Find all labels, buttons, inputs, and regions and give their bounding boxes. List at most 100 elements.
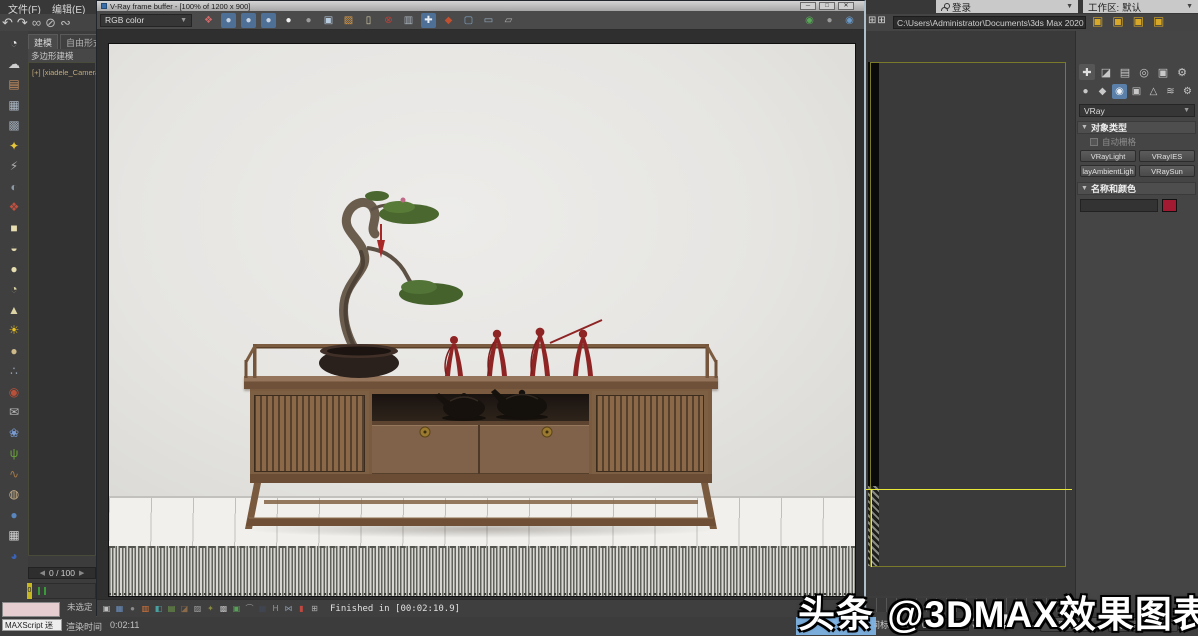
vfb-status-icon[interactable]: ◧ (153, 603, 164, 614)
color-corrections-icon[interactable]: ❖ (201, 13, 216, 28)
teapot-primitive-icon[interactable]: ◔ (4, 280, 24, 298)
shell-icon[interactable]: ◍ (4, 485, 24, 503)
light-lister-icon[interactable]: ✦ (4, 137, 24, 155)
cone-primitive-icon[interactable]: ▲ (4, 301, 24, 319)
vray-tools-icon[interactable]: ❖ (4, 198, 24, 216)
prev-frame-icon[interactable]: ◀ (40, 569, 45, 577)
hair-fur-icon[interactable]: ∿ (4, 465, 24, 483)
render-last-icon[interactable]: ◆ (441, 13, 456, 28)
compare-history-icon[interactable]: ▥ (401, 13, 416, 28)
unlink-icon[interactable]: ⊘ (45, 15, 56, 31)
object-name-field[interactable] (1080, 199, 1158, 212)
login-control[interactable]: 登录 ▼ (936, 0, 1078, 13)
blue-channel-icon[interactable]: ● (261, 13, 276, 28)
bind-spacewarp-icon[interactable]: ∾ (60, 15, 71, 31)
vfb-status-icon[interactable]: ▨ (192, 603, 203, 614)
red-channel-icon[interactable]: ● (221, 13, 236, 28)
region-render-icon[interactable]: ▢ (461, 13, 476, 28)
sphere-red-blue-icon[interactable]: ◕ (4, 547, 24, 565)
script-grid-icon[interactable]: ▦ (4, 526, 24, 544)
load-image-icon[interactable]: ▨ (341, 13, 356, 28)
material-editor-icon[interactable]: ▤ (4, 75, 24, 93)
connect-icon[interactable]: ⚡ (4, 157, 24, 175)
vfb-status-icon[interactable]: ▣ (231, 603, 242, 614)
vfb-status-icon[interactable]: ▦ (114, 603, 125, 614)
envelope-icon[interactable]: ✉ (4, 403, 24, 421)
modify-tab-icon[interactable]: ◪ (1098, 64, 1114, 80)
shapes-category-icon[interactable]: ◆ (1095, 84, 1110, 99)
save-scene-icon[interactable]: ▣ (1112, 14, 1123, 28)
vfb-status-icon[interactable]: ✦ (205, 603, 216, 614)
maxscript-listener-tab[interactable]: MAXScript 迷 (2, 619, 62, 631)
helpers-category-icon[interactable]: △ (1146, 84, 1161, 99)
minimize-button[interactable]: ─ (800, 2, 816, 10)
vfb-status-icon[interactable]: ▥ (140, 603, 151, 614)
vfb-status-icon[interactable]: ● (127, 603, 138, 614)
shader-sphere-icon[interactable]: ◐ (4, 178, 24, 196)
motion-tab-icon[interactable]: ◎ (1136, 64, 1152, 80)
environment-cloud-icon[interactable]: ☁ (4, 55, 24, 73)
render-elements-icon[interactable]: ▩ (4, 116, 24, 134)
vrayambientlight-button[interactable]: layAmbientLigh (1080, 165, 1136, 177)
object-type-rollout[interactable]: ▼ 对象类型 (1077, 121, 1196, 134)
workspace-selector[interactable]: 工作区: 默认 ▼ (1083, 0, 1198, 13)
scene-explorer-item[interactable]: [+] [xiadele_Camera0 (32, 68, 96, 77)
cameras-category-icon[interactable]: ▣ (1129, 84, 1144, 99)
name-color-rollout[interactable]: ▼ 名称和颜色 (1077, 182, 1196, 195)
clipboard-icon[interactable]: ▯ (361, 13, 376, 28)
clear-image-icon[interactable]: ⊗ (381, 13, 396, 28)
follow-mouse-icon[interactable]: ✚ (421, 13, 436, 28)
vrayies-button[interactable]: VRayIES (1139, 150, 1195, 162)
next-frame-icon[interactable]: ▶ (79, 569, 84, 577)
vfb-status-icon[interactable]: ▣ (101, 603, 112, 614)
channel-select-dropdown[interactable]: RGB color ▼ (100, 14, 192, 27)
render-setup-icon[interactable]: ▦ (4, 96, 24, 114)
crop-icon[interactable]: ▱ (501, 13, 516, 28)
alpha-icon[interactable]: ● (301, 13, 316, 28)
vfb-status-icon[interactable]: ▦ (257, 603, 268, 614)
lights-category-icon[interactable]: ◉ (1112, 84, 1127, 99)
hierarchy-tab-icon[interactable]: ▤ (1117, 64, 1133, 80)
systems-category-icon[interactable]: ⚙ (1180, 84, 1195, 99)
project-folder2-icon[interactable]: ⊞ (877, 15, 885, 26)
maxscript-mini-listener[interactable] (2, 602, 60, 617)
vfb-status-icon[interactable]: ◪ (179, 603, 190, 614)
vfb-status-icon[interactable]: ⌒ (244, 603, 255, 614)
geometry-category-icon[interactable]: ● (1078, 84, 1093, 99)
vfb-status-icon[interactable]: ⊞ (309, 603, 320, 614)
dome-primitive-icon[interactable]: ◒ (4, 239, 24, 257)
export-icon[interactable]: ▣ (1153, 14, 1164, 28)
vfb-title-bar[interactable]: V-Ray frame buffer - [100% of 1200 x 900… (97, 1, 864, 11)
sphere-gray-icon[interactable]: ● (822, 13, 837, 28)
particle-spheres-icon[interactable]: ◉ (4, 383, 24, 401)
frame-range-indicator[interactable]: ◀ 0 / 100 ▶ (28, 567, 96, 579)
sun-icon[interactable]: ☀ (4, 321, 24, 339)
import-icon[interactable]: ▣ (1133, 14, 1144, 28)
save-image-icon[interactable]: ▣ (321, 13, 336, 28)
stamp-icon[interactable]: ◉ (802, 13, 817, 28)
maximize-button[interactable]: □ (819, 2, 835, 10)
ball-icon[interactable]: ● (4, 506, 24, 524)
create-tab-icon[interactable]: ✚ (1079, 64, 1095, 80)
time-slider-marker[interactable]: 0 (27, 583, 32, 599)
vfb-status-icon[interactable]: ▩ (218, 603, 229, 614)
vfb-status-icon[interactable]: ▤ (166, 603, 177, 614)
undo-icon[interactable]: ↶ (2, 15, 13, 31)
disc-icon[interactable]: ● (4, 342, 24, 360)
sphere-primitive-icon[interactable]: ● (4, 260, 24, 278)
vraysun-button[interactable]: VRaySun (1139, 165, 1195, 177)
tab-freeform[interactable]: 自由形式 (60, 34, 96, 49)
utilities-tab-icon[interactable]: ⚙ (1174, 64, 1190, 80)
vfb-status-icon[interactable]: ⋈ (283, 603, 294, 614)
rain-icon[interactable]: ∴ (4, 362, 24, 380)
close-button[interactable]: ✕ (838, 2, 854, 10)
monochrome-icon[interactable]: ● (281, 13, 296, 28)
project-folder-icon[interactable]: ⊞ (868, 15, 876, 26)
spacewarps-category-icon[interactable]: ≋ (1163, 84, 1178, 99)
box-primitive-icon[interactable]: ■ (4, 219, 24, 237)
open-scene-icon[interactable]: ▣ (1092, 14, 1103, 28)
vfb-status-icon[interactable]: H (270, 603, 281, 614)
vraylight-button[interactable]: VRayLight (1080, 150, 1136, 162)
render-teapot-icon[interactable]: ◔ (4, 34, 24, 52)
duplicate-buffer-icon[interactable]: ▭ (481, 13, 496, 28)
